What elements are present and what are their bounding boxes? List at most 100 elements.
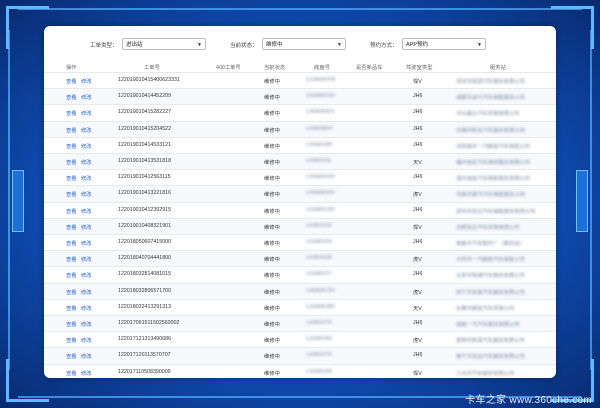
order-no-cell: 122019010412563115 [118,174,171,181]
table-row: 查看 修改 122018032806571700 维修中 LH0A0K75V 虎V 西宁市安… [44,282,556,300]
order-no-cell: 122019010408321901 [118,222,172,229]
table-row: 查看 修改 122019010413531818 维修中 LH3K0V0L 天V 福州信宏汽… [44,153,556,171]
table-row: 查看 修改 122018040704441800 维修中 LH3K0V28 虎V 大同市一汽… [44,250,556,268]
edit-link[interactable]: 修改 [81,336,92,344]
view-link[interactable]: 查看 [66,126,77,134]
view-link[interactable]: 查看 [66,223,77,231]
chassis-no-cell: LG0A0V65 [306,336,332,343]
view-link[interactable]: 查看 [66,77,77,85]
edit-link[interactable]: 修改 [81,109,92,117]
service-station-cell: 太原市恒通汽车服务有限公司 [456,273,525,280]
cab-type-cell: 虎V [413,257,422,264]
order-no-cell: 122017061511502560002 [118,320,180,326]
cab-type-cell: 悍V [413,370,422,377]
edit-link[interactable]: 修改 [81,190,92,198]
chassis-no-cell: LH3K0V70 [306,320,332,326]
view-link[interactable]: 查看 [66,158,77,166]
view-link[interactable]: 查看 [66,304,77,312]
edit-link[interactable]: 修改 [81,352,92,360]
order-type-select[interactable]: 进出站 ▼ [122,38,206,50]
service-station-cell: 济南市重汽汽车销售服务公司 [456,192,525,199]
status-cell: 维修中 [264,354,280,361]
order-no-cell: 122019010414533121 [118,141,172,148]
edit-link[interactable]: 修改 [81,369,92,377]
chassis-no-cell: LH3K0V28 [306,255,332,262]
edit-link[interactable]: 修改 [81,239,92,247]
appointment-method-select[interactable]: APP预约 ▼ [402,38,486,50]
edit-link[interactable]: 修改 [81,255,92,263]
edit-link[interactable]: 修改 [81,207,92,215]
view-link[interactable]: 查看 [66,142,77,150]
col-new-vehicle: 是否新品车 [356,65,383,71]
view-link[interactable]: 查看 [66,93,77,101]
filter-bar: 工单类型： 进出站 ▼ 当前状态： 维修中 ▼ 预约方式： APP预约 ▼ [44,35,556,55]
table-row: 查看 修改 122019010408321901 维修中 LH3K0V29 悍V 合肥安达汽… [44,217,556,235]
col-chassis-no: 底盘号 [314,65,330,71]
chassis-no-cell: LH3K0V0L [306,158,332,164]
status-cell: 维修中 [264,338,280,345]
edit-link[interactable]: 修改 [81,174,92,182]
view-link[interactable]: 查看 [66,320,77,328]
cab-type-cell: 虎V [413,338,422,345]
view-link[interactable]: 查看 [66,336,77,344]
edit-link[interactable]: 修改 [81,304,92,312]
chassis-no-cell: LG0A6K38V [306,303,336,310]
table-row: 查看 修改 122017110508390009 维修中 LG0A0V09 悍V 兰州市汽车… [44,363,556,378]
order-no-cell: 122017120113570707 [118,352,171,359]
order-no-cell: 122019010415204522 [118,125,172,132]
view-link[interactable]: 查看 [66,207,77,215]
current-status-select[interactable]: 维修中 ▼ [262,38,346,50]
edit-link[interactable]: 修改 [81,126,92,134]
frame-corner-top-right [551,6,594,49]
current-status-label: 当前状态： [230,43,258,49]
chassis-no-cell: LG0A0V89 [306,141,332,148]
table-row: 查看 修改 122019010414533121 维修中 LG0A0V89 JH6 沈阳瑞丰… [44,136,556,154]
edit-link[interactable]: 修改 [81,288,92,296]
service-station-cell: 大同市一汽解放汽车销售公司 [456,257,525,264]
cab-type-cell: JH6 [413,93,423,100]
col-400-order-no: 400工单号 [216,65,241,71]
edit-link[interactable]: 修改 [81,320,92,328]
view-link[interactable]: 查看 [66,255,77,263]
appointment-method-value: APP预约 [406,42,429,48]
view-link[interactable]: 查看 [66,352,77,360]
edit-link[interactable]: 修改 [81,77,92,85]
cab-type-cell: 天V [413,305,422,312]
frame-corner-top-left [6,6,49,49]
view-link[interactable]: 查看 [66,190,77,198]
service-station-cell: 沈阳瑞丰一汽解放汽车销售公司 [456,143,531,150]
cab-type-cell: JH6 [413,174,423,181]
cab-type-cell: 悍V [413,224,422,231]
view-link[interactable]: 查看 [66,271,77,279]
service-station-cell: 昆明市新源汽车服务有限公司 [456,338,525,345]
status-cell: 维修中 [264,208,280,215]
order-no-cell: 122018040704441800 [118,255,172,262]
table-row: 查看 修改 122019010415282227 维修中 LH0A0K92V JH6 河北盛… [44,104,556,121]
view-link[interactable]: 查看 [66,174,77,182]
cab-type-cell: JH6 [413,141,423,148]
view-link[interactable]: 查看 [66,109,77,117]
table-row: 查看 修改 122018032814081015 维修中 LG0A0V27 JH6 太原市恒… [44,266,556,283]
service-station-cell: 南宁市宏远汽车服务有限公司 [456,354,525,361]
chevron-down-icon: ▼ [197,42,202,48]
edit-link[interactable]: 修改 [81,158,92,166]
order-no-cell: 122019010413531818 [118,158,172,164]
status-cell: 维修中 [264,322,280,328]
cab-type-cell: 虎V [413,289,422,296]
edit-link[interactable]: 修改 [81,93,92,101]
order-no-cell: 122018032806571700 [118,287,172,294]
table-row: 查看 修改 122017120113570707 维修中 LH3K0V70 JH6 南宁市宏… [44,347,556,365]
service-station-cell: 兰州市汽车服务有限公司 [456,370,515,377]
chassis-no-cell: LH0A0K75V [306,287,336,294]
order-no-cell: 122019010414452209 [118,93,172,100]
view-link[interactable]: 查看 [66,239,77,247]
table-row: 查看 修改 122019010412392915 维修中 LG0A6K18V JH6 郑州市… [44,201,556,219]
view-link[interactable]: 查看 [66,369,77,377]
service-station-cell: 河北盛达汽车贸易有限公司 [456,111,520,118]
edit-link[interactable]: 修改 [81,223,92,231]
cab-type-cell: 虎V [413,192,422,199]
chassis-no-cell: LG0A6K18V [306,206,336,213]
edit-link[interactable]: 修改 [81,271,92,279]
edit-link[interactable]: 修改 [81,142,92,150]
view-link[interactable]: 查看 [66,288,77,296]
